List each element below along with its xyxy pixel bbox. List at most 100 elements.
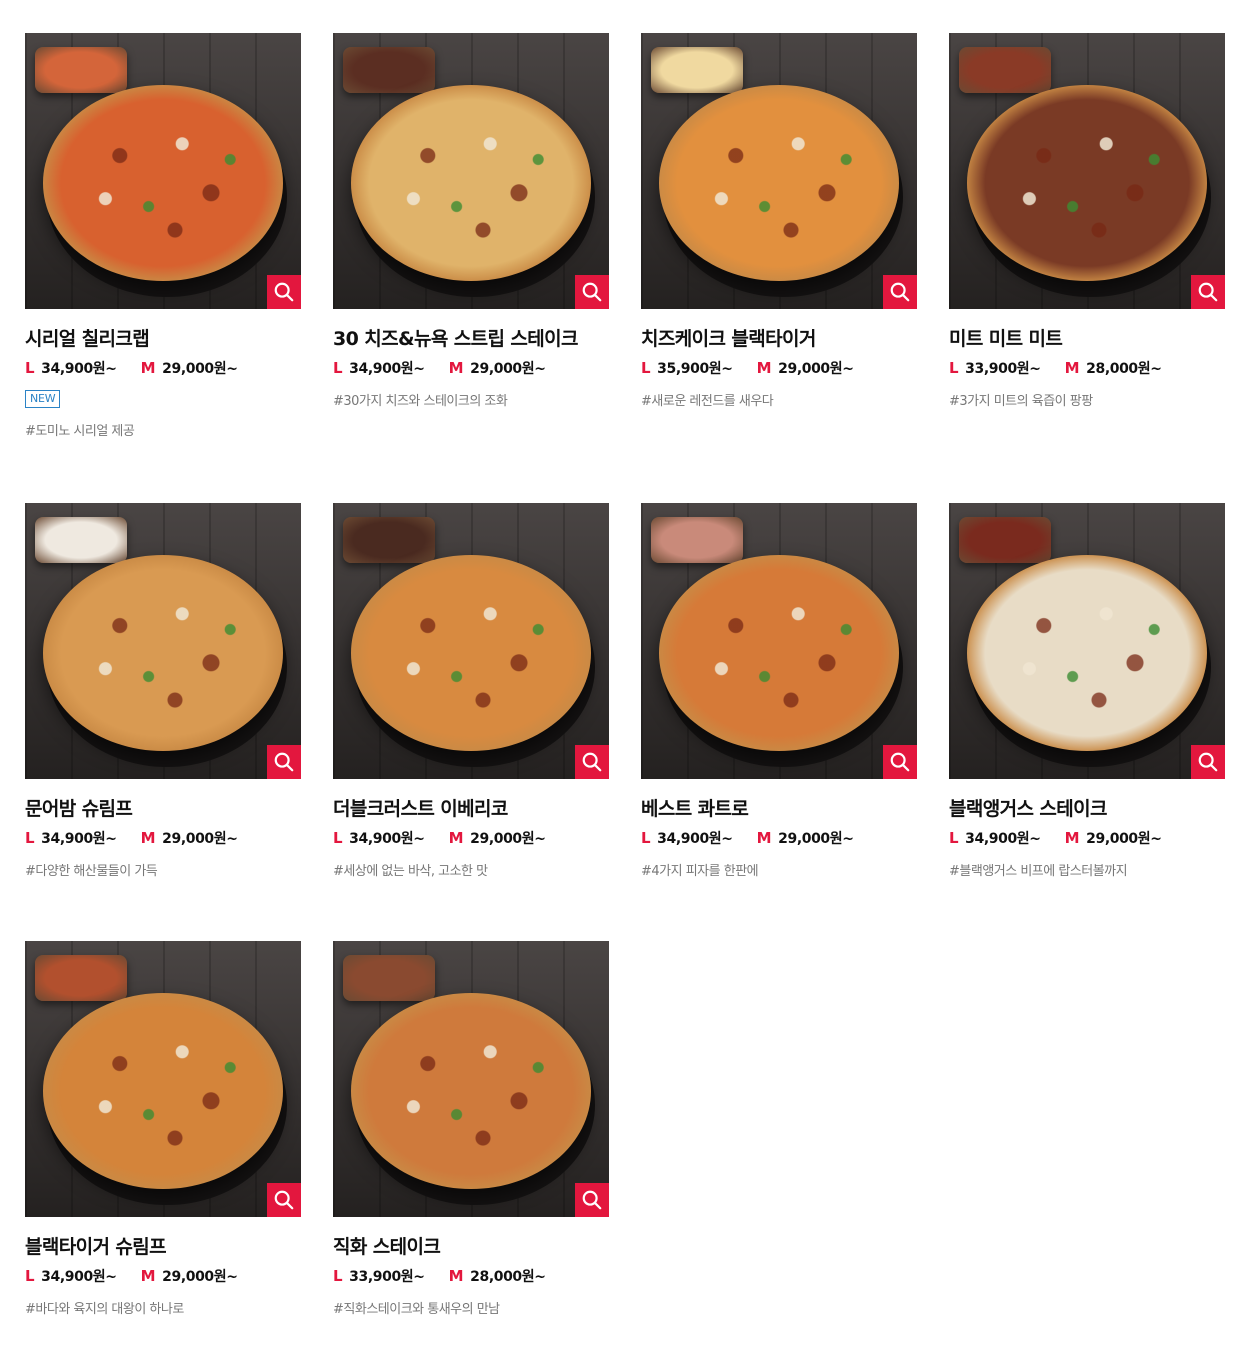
price-large: 34,900원~ [349, 361, 425, 377]
magnifier-icon [273, 1189, 295, 1211]
product-card[interactable]: 블랙앵거스 스테이크 L 34,900원~ M 29,000원~ #블랙앵거스 비프에 랍… [949, 503, 1225, 879]
pizza-illustration [43, 555, 283, 751]
pizza-image[interactable] [25, 33, 301, 309]
product-hashtag: #직화스테이크와 통새우의 만남 [333, 1302, 500, 1317]
size-l-label: L [25, 1267, 35, 1285]
product-hashtag: #새로운 레전드를 새우다 [641, 394, 774, 409]
pizza-image[interactable] [641, 33, 917, 309]
magnifier-icon [889, 281, 911, 303]
size-l-label: L [949, 359, 959, 377]
product-hashtag: #블랙앵거스 비프에 랍스터볼까지 [949, 864, 1128, 879]
price-row: L 34,900원~ M 29,000원~ [641, 828, 917, 848]
product-card[interactable]: 직화 스테이크 L 33,900원~ M 28,000원~ #직화스테이크와 통새우의 만… [333, 941, 609, 1317]
size-l-label: L [25, 359, 35, 377]
zoom-button[interactable] [267, 275, 301, 309]
price-large: 34,900원~ [41, 831, 117, 847]
zoom-button[interactable] [267, 1183, 301, 1217]
product-name[interactable]: 치즈케이크 블랙타이거 [641, 326, 917, 352]
product-card[interactable]: 블랙타이거 슈림프 L 34,900원~ M 29,000원~ #바다와 육지의 대왕이 … [25, 941, 301, 1317]
product-hashtag: #4가지 피자를 한판에 [641, 864, 759, 879]
price-medium: 29,000원~ [162, 1269, 238, 1285]
product-hashtag: #도미노 시리얼 제공 [25, 424, 135, 439]
pizza-image[interactable] [333, 503, 609, 779]
pizza-image[interactable] [641, 503, 917, 779]
size-m-label: M [448, 359, 464, 377]
product-hashtag: #3가지 미트의 육즙이 팡팡 [949, 394, 1093, 409]
price-row: L 34,900원~ M 29,000원~ [333, 358, 609, 378]
product-name[interactable]: 블랙앵거스 스테이크 [949, 796, 1225, 822]
product-name[interactable]: 시리얼 칠리크랩 [25, 326, 301, 352]
product-card[interactable]: 시리얼 칠리크랩 L 34,900원~ M 29,000원~ NEW #도미노 시리얼 제공 [25, 33, 301, 439]
product-name[interactable]: 문어밤 슈림프 [25, 796, 301, 822]
product-hashtag: #30가지 치즈와 스테이크의 조화 [333, 394, 508, 409]
product-name[interactable]: 더블크러스트 이베리코 [333, 796, 609, 822]
pizza-illustration [43, 993, 283, 1189]
pizza-image[interactable] [949, 33, 1225, 309]
pizza-illustration [967, 555, 1207, 751]
product-name[interactable]: 블랙타이거 슈림프 [25, 1234, 301, 1260]
zoom-button[interactable] [267, 745, 301, 779]
zoom-button[interactable] [575, 275, 609, 309]
price-medium: 29,000원~ [470, 361, 546, 377]
size-l-label: L [333, 1267, 343, 1285]
size-m-label: M [140, 829, 156, 847]
price-row: L 34,900원~ M 29,000원~ [333, 828, 609, 848]
product-card[interactable]: 미트 미트 미트 L 33,900원~ M 28,000원~ #3가지 미트의 육즙이 팡… [949, 33, 1225, 409]
price-medium: 29,000원~ [470, 831, 546, 847]
size-m-label: M [448, 829, 464, 847]
magnifier-icon [273, 751, 295, 773]
magnifier-icon [581, 751, 603, 773]
pizza-illustration [351, 555, 591, 751]
price-medium: 29,000원~ [778, 831, 854, 847]
zoom-button[interactable] [883, 745, 917, 779]
pizza-illustration [351, 85, 591, 281]
size-l-label: L [25, 829, 35, 847]
size-m-label: M [140, 359, 156, 377]
price-large: 33,900원~ [349, 1269, 425, 1285]
pizza-image[interactable] [333, 941, 609, 1217]
side-dish-image [651, 517, 743, 563]
zoom-button[interactable] [883, 275, 917, 309]
side-dish-image [35, 955, 127, 1001]
price-large: 34,900원~ [41, 1269, 117, 1285]
price-large: 34,900원~ [657, 831, 733, 847]
product-hashtag: #세상에 없는 바삭, 고소한 맛 [333, 864, 488, 879]
pizza-image[interactable] [333, 33, 609, 309]
pizza-image[interactable] [25, 503, 301, 779]
side-dish-image [651, 47, 743, 93]
pizza-illustration [659, 555, 899, 751]
side-dish-image [35, 517, 127, 563]
price-medium: 29,000원~ [162, 361, 238, 377]
zoom-button[interactable] [1191, 275, 1225, 309]
product-card[interactable]: 문어밤 슈림프 L 34,900원~ M 29,000원~ #다양한 해산물들이 가득 [25, 503, 301, 879]
pizza-illustration [43, 85, 283, 281]
product-hashtag: #바다와 육지의 대왕이 하나로 [25, 1302, 184, 1317]
size-m-label: M [448, 1267, 464, 1285]
price-row: L 35,900원~ M 29,000원~ [641, 358, 917, 378]
price-large: 34,900원~ [349, 831, 425, 847]
price-row: L 34,900원~ M 29,000원~ [25, 1266, 301, 1286]
side-dish-image [959, 517, 1051, 563]
magnifier-icon [889, 751, 911, 773]
zoom-button[interactable] [575, 1183, 609, 1217]
pizza-image[interactable] [25, 941, 301, 1217]
product-card[interactable]: 치즈케이크 블랙타이거 L 35,900원~ M 29,000원~ #새로운 레전드를 새… [641, 33, 917, 409]
price-medium: 29,000원~ [778, 361, 854, 377]
product-card[interactable]: 30 치즈&뉴욕 스트립 스테이크 L 34,900원~ M 29,000원~ #30가지… [333, 33, 609, 409]
zoom-button[interactable] [1191, 745, 1225, 779]
product-name[interactable]: 직화 스테이크 [333, 1234, 609, 1260]
size-l-label: L [641, 829, 651, 847]
pizza-image[interactable] [949, 503, 1225, 779]
magnifier-icon [273, 281, 295, 303]
side-dish-image [343, 517, 435, 563]
product-name[interactable]: 30 치즈&뉴욕 스트립 스테이크 [333, 326, 609, 352]
product-card[interactable]: 더블크러스트 이베리코 L 34,900원~ M 29,000원~ #세상에 없는 바삭,… [333, 503, 609, 879]
product-card[interactable]: 베스트 콰트로 L 34,900원~ M 29,000원~ #4가지 피자를 한판에 [641, 503, 917, 879]
size-l-label: L [333, 829, 343, 847]
size-l-label: L [333, 359, 343, 377]
product-name[interactable]: 베스트 콰트로 [641, 796, 917, 822]
product-name[interactable]: 미트 미트 미트 [949, 326, 1225, 352]
zoom-button[interactable] [575, 745, 609, 779]
pizza-illustration [351, 993, 591, 1189]
price-row: L 33,900원~ M 28,000원~ [333, 1266, 609, 1286]
